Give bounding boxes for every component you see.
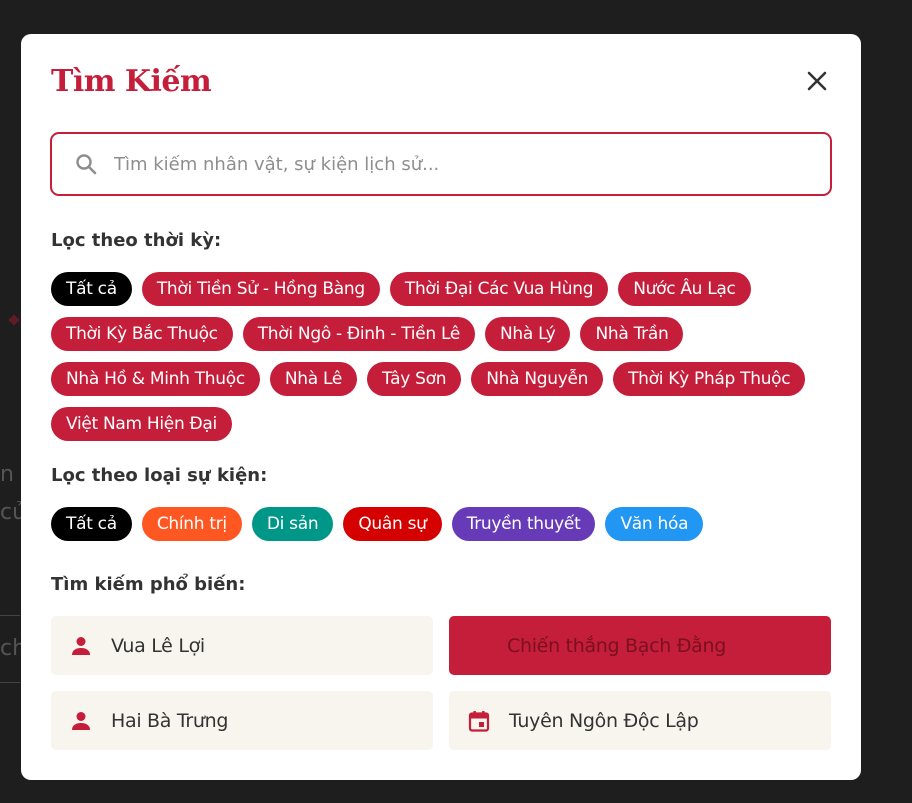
background-divider [0,615,20,616]
period-filter-chip-all[interactable]: Tất cả [51,272,132,306]
period-filter-chip[interactable]: Thời Ngô - Đinh - Tiền Lê [242,317,475,351]
period-filter-chip[interactable]: Nước Âu Lạc [618,272,751,306]
period-filter-chip[interactable]: Việt Nam Hiện Đại [51,407,232,441]
period-filter-chip[interactable]: Nhà Hồ & Minh Thuộc [51,362,260,396]
event-filter-chip[interactable]: Văn hóa [605,507,704,541]
period-filter-chip[interactable]: Nhà Lê [269,362,358,396]
popular-search-label: Chiến thắng Bạch Đằng [507,634,727,657]
calendar-icon [468,710,490,732]
period-filter-chip[interactable]: Thời Tiền Sử - Hồng Bàng [141,272,380,306]
search-box[interactable] [50,132,832,196]
popular-search-label: Tuyên Ngôn Độc Lập [509,709,699,732]
popular-search-item[interactable]: Vua Lê Lợi [51,616,433,675]
background-decoration [8,314,20,326]
person-icon [72,711,90,730]
popular-search-item[interactable]: Hai Bà Trưng [51,691,433,750]
close-icon [807,71,827,91]
period-filter-chip[interactable]: Nhà Trần [580,317,684,351]
popular-search-label: Vua Lê Lợi [111,634,205,657]
period-filter-chip[interactable]: Thời Đại Các Vua Hùng [389,272,609,306]
modal-title: Tìm Kiếm [51,64,212,99]
background-divider [0,682,20,683]
search-icon [76,154,97,175]
popular-search-item[interactable]: Tuyên Ngôn Độc Lập [449,691,831,750]
event-filter-chip[interactable]: Chính trị [141,507,242,541]
event-filter-label: Lọc theo loại sự kiện: [51,465,268,486]
background-text-fragment: n [0,462,14,487]
close-button[interactable] [804,68,830,94]
popular-search-item-active[interactable]: Chiến thắng Bạch Đằng [449,616,831,675]
event-filter-chip[interactable]: Quân sự [343,507,442,541]
period-filter-chip[interactable]: Nhà Nguyễn [471,362,604,396]
event-filter-chip-all[interactable]: Tất cả [51,507,132,541]
period-filter-chips: Tất cả Thời Tiền Sử - Hồng Bàng Thời Đại C… [51,272,811,441]
popular-search-label: Hai Bà Trưng [111,709,229,732]
period-filter-chip[interactable]: Tây Sơn [367,362,462,396]
period-filter-chip[interactable]: Nhà Lý [485,317,571,351]
popular-searches-grid: Vua Lê Lợi Chiến thắng Bạch Đằng Hai Bà … [51,616,831,750]
event-filter-chip[interactable]: Truyền thuyết [451,507,596,541]
period-filter-chip[interactable]: Thời Kỳ Pháp Thuộc [613,362,806,396]
search-input[interactable] [112,152,830,176]
popular-searches-label: Tìm kiếm phổ biến: [51,574,246,595]
search-modal: Tìm Kiếm Lọc theo thời kỳ: Tất cả Thời Ti… [21,34,861,780]
period-filter-label: Lọc theo thời kỳ: [51,230,222,251]
person-icon [72,636,90,655]
event-filter-chips: Tất cả Chính trị Di sản Quân sự Truyền thuyế… [51,507,811,541]
period-filter-chip[interactable]: Thời Kỳ Bắc Thuộc [51,317,233,351]
event-filter-chip[interactable]: Di sản [251,507,334,541]
